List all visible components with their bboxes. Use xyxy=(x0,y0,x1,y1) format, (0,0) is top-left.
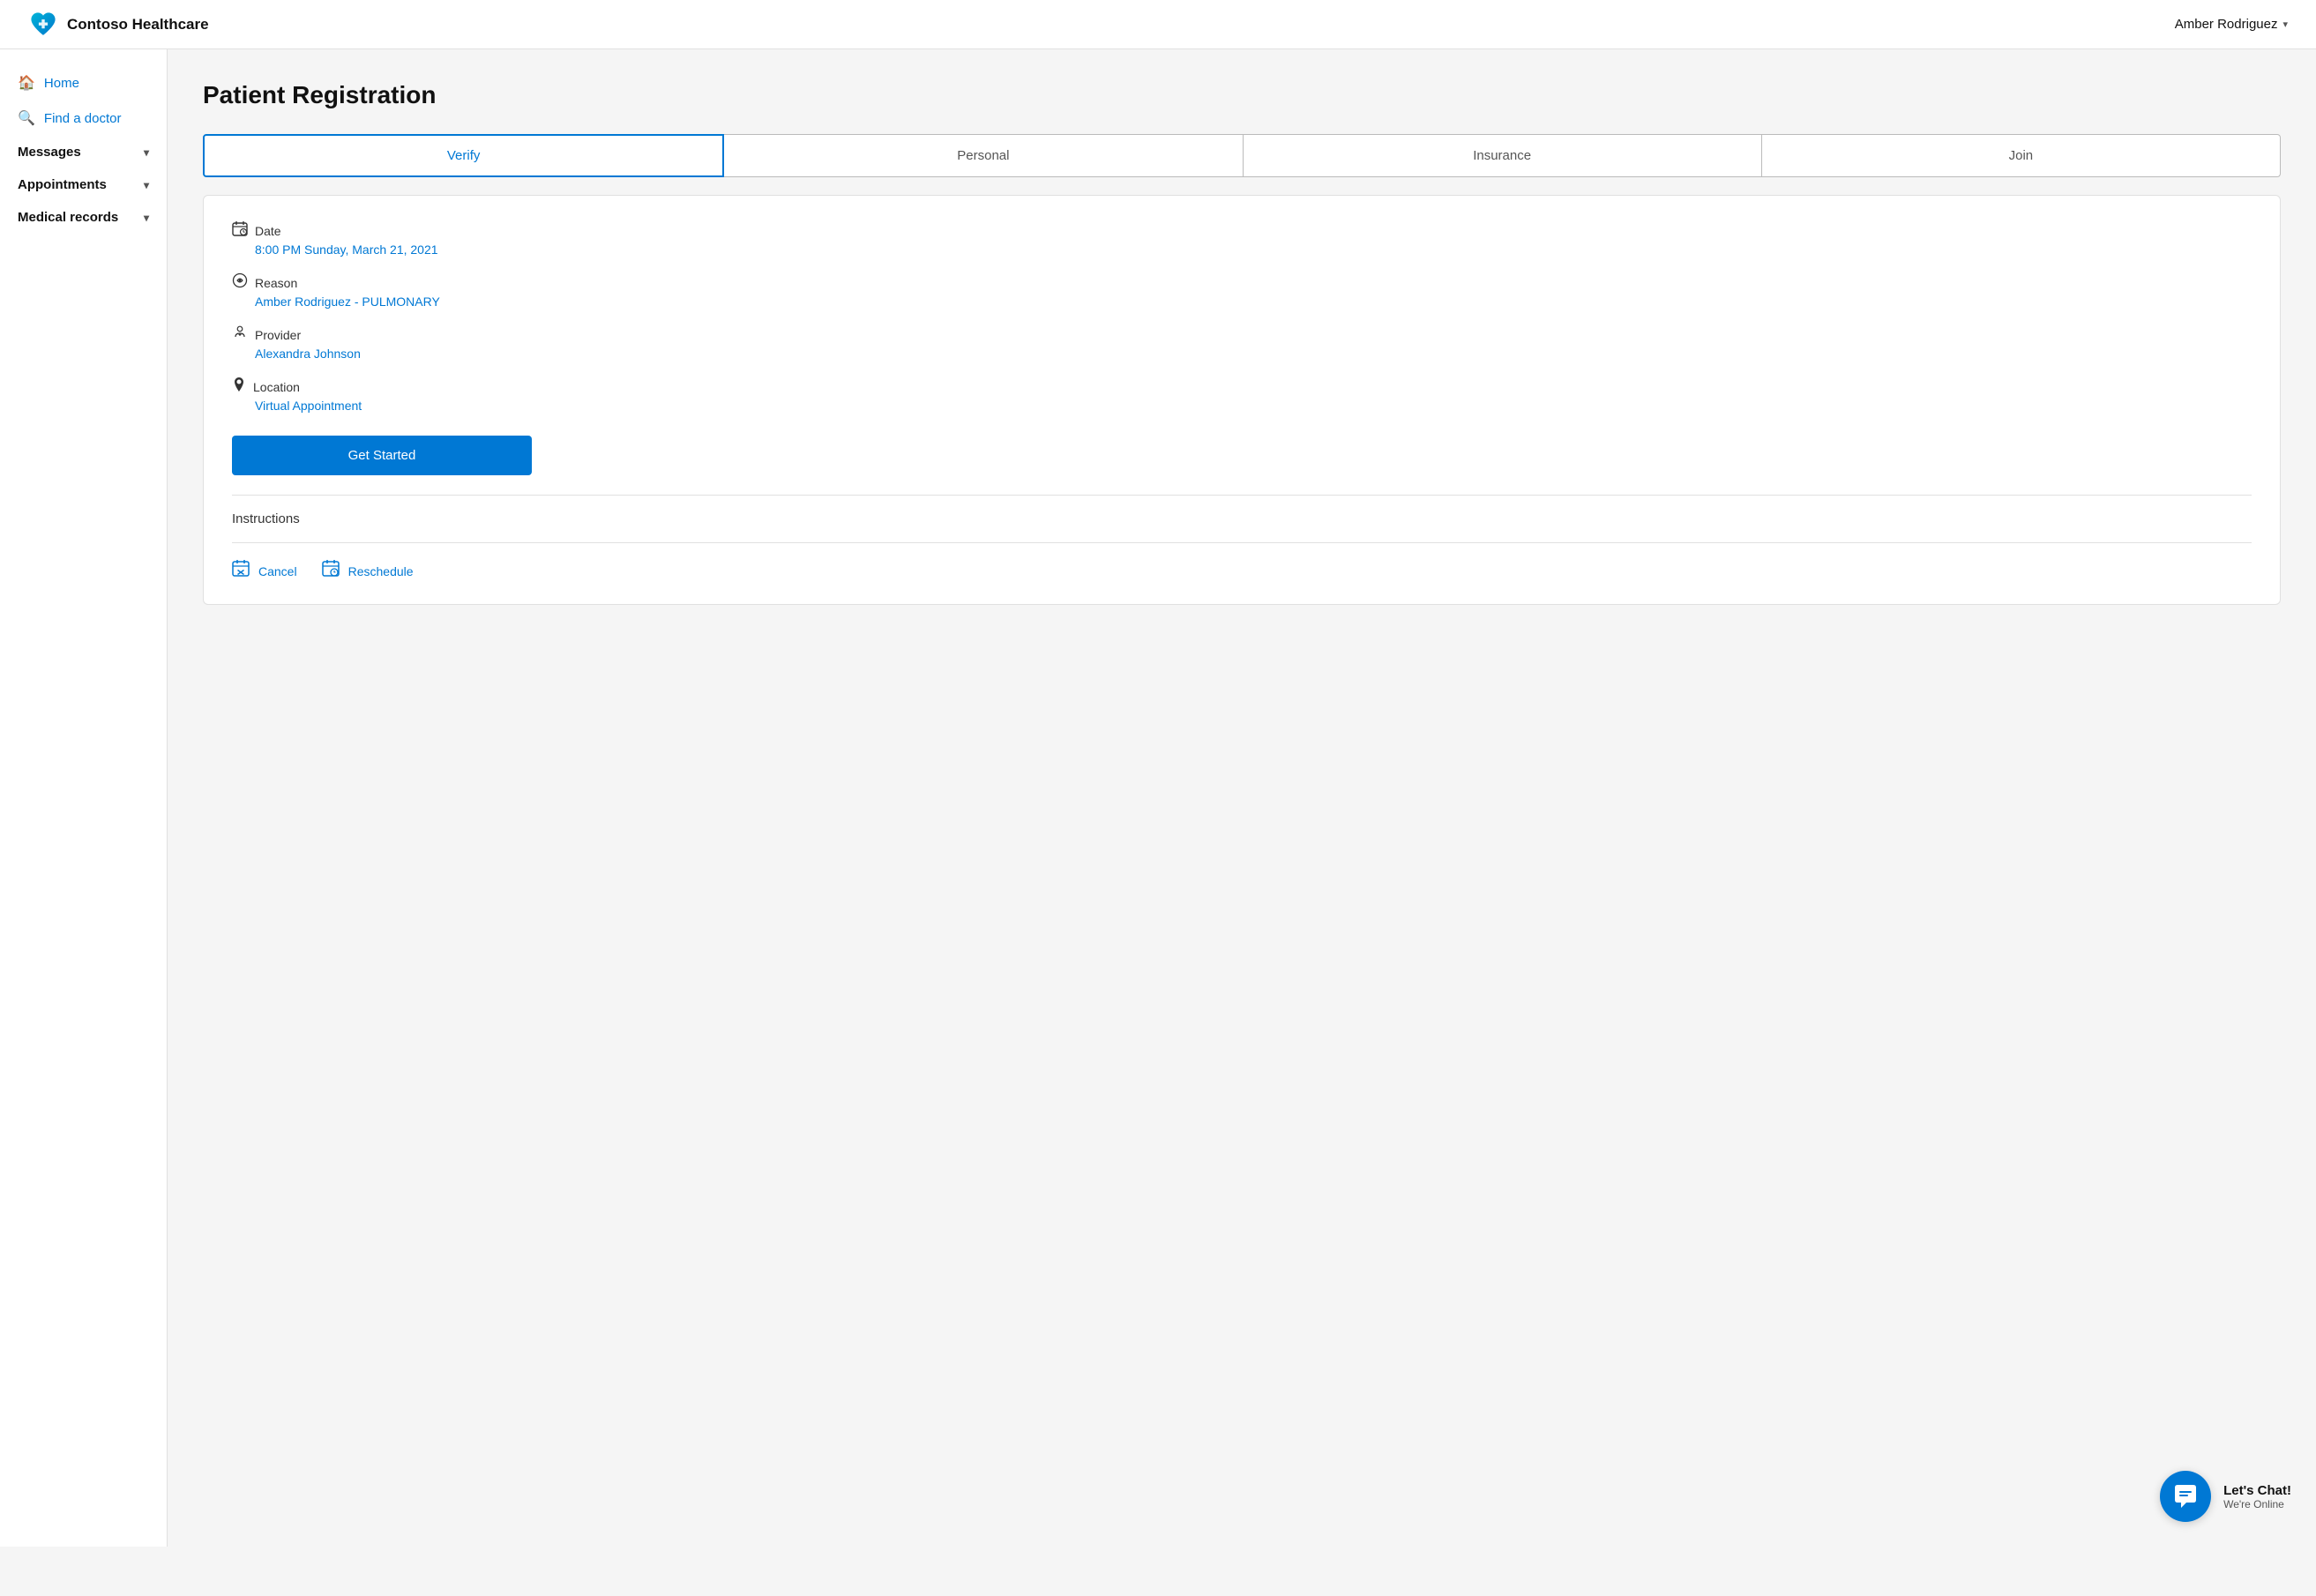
sidebar-find-doctor-label: Find a doctor xyxy=(44,111,122,126)
cancel-label: Cancel xyxy=(258,564,297,578)
divider-1 xyxy=(232,495,2252,496)
tab-join[interactable]: Join xyxy=(1762,134,2281,177)
chat-bubble[interactable]: Let's Chat! We're Online xyxy=(2160,1471,2291,1522)
sidebar-item-messages[interactable]: Messages ▾ xyxy=(0,136,167,168)
reschedule-icon xyxy=(322,559,341,583)
tab-insurance[interactable]: Insurance xyxy=(1244,134,1762,177)
provider-label-row: Provider xyxy=(232,324,2252,345)
reschedule-button[interactable]: Reschedule xyxy=(322,559,414,583)
date-icon xyxy=(232,220,248,241)
user-chevron-icon: ▾ xyxy=(2282,19,2288,30)
reason-value: Amber Rodriguez - PULMONARY xyxy=(255,295,2252,309)
chat-title: Let's Chat! xyxy=(2223,1483,2291,1498)
sidebar-messages-label: Messages xyxy=(18,145,81,160)
page-title: Patient Registration xyxy=(203,81,2281,109)
appointment-card: Date 8:00 PM Sunday, March 21, 2021 Reas… xyxy=(203,195,2281,605)
logo-icon xyxy=(28,10,58,40)
divider-2 xyxy=(232,542,2252,543)
location-icon xyxy=(232,377,246,397)
cancel-icon xyxy=(232,559,251,583)
tab-personal[interactable]: Personal xyxy=(724,134,1243,177)
messages-chevron-icon: ▾ xyxy=(144,146,149,159)
cancel-button[interactable]: Cancel xyxy=(232,559,297,583)
registration-tabs: Verify Personal Insurance Join xyxy=(203,134,2281,177)
chat-text: Let's Chat! We're Online xyxy=(2223,1483,2291,1510)
location-label: Location xyxy=(253,380,300,394)
date-label-row: Date xyxy=(232,220,2252,241)
main-content: Patient Registration Verify Personal Ins… xyxy=(168,49,2316,1547)
find-doctor-icon: 🔍 xyxy=(18,109,35,127)
sidebar-appointments-label: Appointments xyxy=(18,177,107,192)
reason-label: Reason xyxy=(255,276,297,290)
appointments-chevron-icon: ▾ xyxy=(144,179,149,191)
user-name: Amber Rodriguez xyxy=(2175,17,2278,32)
reschedule-label: Reschedule xyxy=(348,564,414,578)
tab-verify[interactable]: Verify xyxy=(203,134,724,177)
sidebar-medical-records-label: Medical records xyxy=(18,210,118,225)
chat-icon-circle[interactable] xyxy=(2160,1471,2211,1522)
sidebar-item-appointments[interactable]: Appointments ▾ xyxy=(0,168,167,201)
brand-name: Contoso Healthcare xyxy=(67,16,209,34)
medical-records-chevron-icon: ▾ xyxy=(144,212,149,224)
location-value: Virtual Appointment xyxy=(255,399,2252,413)
reason-row: Reason Amber Rodriguez - PULMONARY xyxy=(232,272,2252,309)
app-header: Contoso Healthcare Amber Rodriguez ▾ xyxy=(0,0,2316,49)
location-label-row: Location xyxy=(232,377,2252,397)
location-row: Location Virtual Appointment xyxy=(232,377,2252,413)
sidebar-item-medical-records[interactable]: Medical records ▾ xyxy=(0,201,167,234)
date-label: Date xyxy=(255,224,281,238)
reason-icon xyxy=(232,272,248,293)
chat-subtitle: We're Online xyxy=(2223,1498,2291,1510)
provider-row: Provider Alexandra Johnson xyxy=(232,324,2252,361)
provider-label: Provider xyxy=(255,328,301,342)
date-row: Date 8:00 PM Sunday, March 21, 2021 xyxy=(232,220,2252,257)
reason-label-row: Reason xyxy=(232,272,2252,293)
date-value: 8:00 PM Sunday, March 21, 2021 xyxy=(255,242,2252,257)
logo-area: Contoso Healthcare xyxy=(28,10,209,40)
user-menu[interactable]: Amber Rodriguez ▾ xyxy=(2175,17,2288,32)
provider-value: Alexandra Johnson xyxy=(255,347,2252,361)
chat-icon xyxy=(2172,1483,2199,1510)
sidebar-home-label: Home xyxy=(44,76,79,91)
sidebar-item-home[interactable]: 🏠 Home xyxy=(0,65,167,101)
get-started-button[interactable]: Get Started xyxy=(232,436,532,475)
sidebar: 🏠 Home 🔍 Find a doctor Messages ▾ Appoin… xyxy=(0,49,168,1547)
sidebar-item-find-doctor[interactable]: 🔍 Find a doctor xyxy=(0,101,167,136)
page-layout: 🏠 Home 🔍 Find a doctor Messages ▾ Appoin… xyxy=(0,49,2316,1547)
home-icon: 🏠 xyxy=(18,74,35,92)
instructions-label: Instructions xyxy=(232,511,2252,526)
provider-icon xyxy=(232,324,248,345)
card-actions: Cancel Reschedule xyxy=(232,559,2252,583)
